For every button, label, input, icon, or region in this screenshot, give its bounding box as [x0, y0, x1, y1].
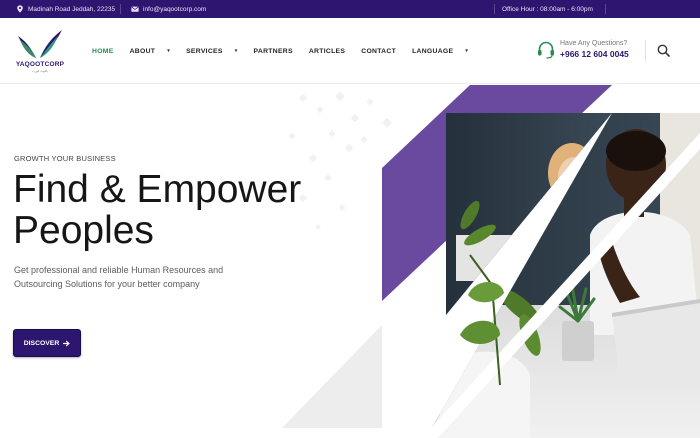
email-link[interactable]: info@yaqootcorp.com: [143, 6, 206, 13]
nav-item-home[interactable]: HOME: [92, 48, 114, 55]
arrow-right-icon: [63, 340, 71, 346]
chevron-down-icon: ▾: [234, 48, 238, 54]
office-hours-text: Office Hour : 08:00am - 6:00pm: [502, 5, 593, 13]
logo[interactable]: YAQOOTCORP ياقوت كورب: [14, 28, 66, 76]
divider: [120, 4, 121, 14]
address-text: Madinah Road Jeddah, 22235: [28, 5, 116, 13]
nav-item-language[interactable]: LANGUAGE ▾: [412, 48, 468, 55]
contact-block: Have Any Questions? +966 12 604 0045: [536, 38, 636, 64]
divider: [494, 4, 495, 14]
headline-line-1: Find & Empower: [13, 168, 302, 211]
envelope-icon: [131, 6, 139, 12]
nav-label: SERVICES: [186, 47, 223, 55]
address-item: Madinah Road Jeddah, 22235: [16, 0, 115, 18]
main-navigation: HOME ABOUT ▾ SERVICES ▾ PARTNERS ARTICLE…: [92, 18, 484, 84]
logo-wings-icon: [18, 30, 62, 58]
nav-label: ARTICLES: [308, 47, 346, 55]
logo-tagline: ياقوت كورب: [32, 69, 48, 73]
office-hours: Office Hour : 08:00am - 6:00pm: [502, 0, 593, 18]
hero-eyebrow: GROWTH YOUR BUSINESS: [14, 154, 116, 163]
questions-label: Have Any Questions?: [560, 40, 628, 47]
nav-item-about[interactable]: ABOUT ▾: [130, 48, 170, 55]
headline-line-2: Peoples: [13, 209, 154, 252]
location-pin-icon: [17, 5, 23, 13]
divider: [605, 4, 606, 14]
nav-label: ABOUT: [129, 47, 156, 55]
nav-label: PARTNERS: [253, 47, 293, 55]
hero-artwork: [282, 85, 700, 438]
divider: [645, 40, 646, 62]
discover-label: DISCOVER: [23, 339, 60, 347]
nav-item-contact[interactable]: CONTACT: [361, 48, 396, 55]
logo-wordmark: YAQOOTCORP: [15, 61, 65, 68]
search-icon[interactable]: [655, 42, 673, 60]
gray-diagonal-shape: [282, 325, 382, 428]
phone-number[interactable]: +966 12 604 0045: [560, 49, 629, 59]
nav-label: CONTACT: [361, 47, 397, 55]
discover-button[interactable]: DISCOVER: [13, 329, 81, 357]
chevron-down-icon: ▾: [167, 48, 171, 54]
top-info-bar: Madinah Road Jeddah, 22235 info@yaqootco…: [0, 0, 700, 18]
headset-icon: [538, 41, 554, 59]
nav-label: HOME: [92, 47, 114, 55]
nav-item-articles[interactable]: ARTICLES: [309, 48, 345, 55]
hero-section: GROWTH YOUR BUSINESS Find & Empower Peop…: [0, 85, 700, 438]
email-item[interactable]: info@yaqootcorp.com: [131, 0, 206, 18]
hero-headline: Find & Empower Peoples: [13, 169, 353, 251]
site-header: YAQOOTCORP ياقوت كورب HOME ABOUT ▾ SERVI…: [0, 18, 700, 84]
nav-item-services[interactable]: SERVICES ▾: [186, 48, 237, 55]
chevron-down-icon: ▾: [465, 48, 469, 54]
nav-item-partners[interactable]: PARTNERS: [254, 48, 293, 55]
hero-description: Get professional and reliable Human Reso…: [14, 265, 224, 289]
nav-label: LANGUAGE: [412, 47, 454, 55]
